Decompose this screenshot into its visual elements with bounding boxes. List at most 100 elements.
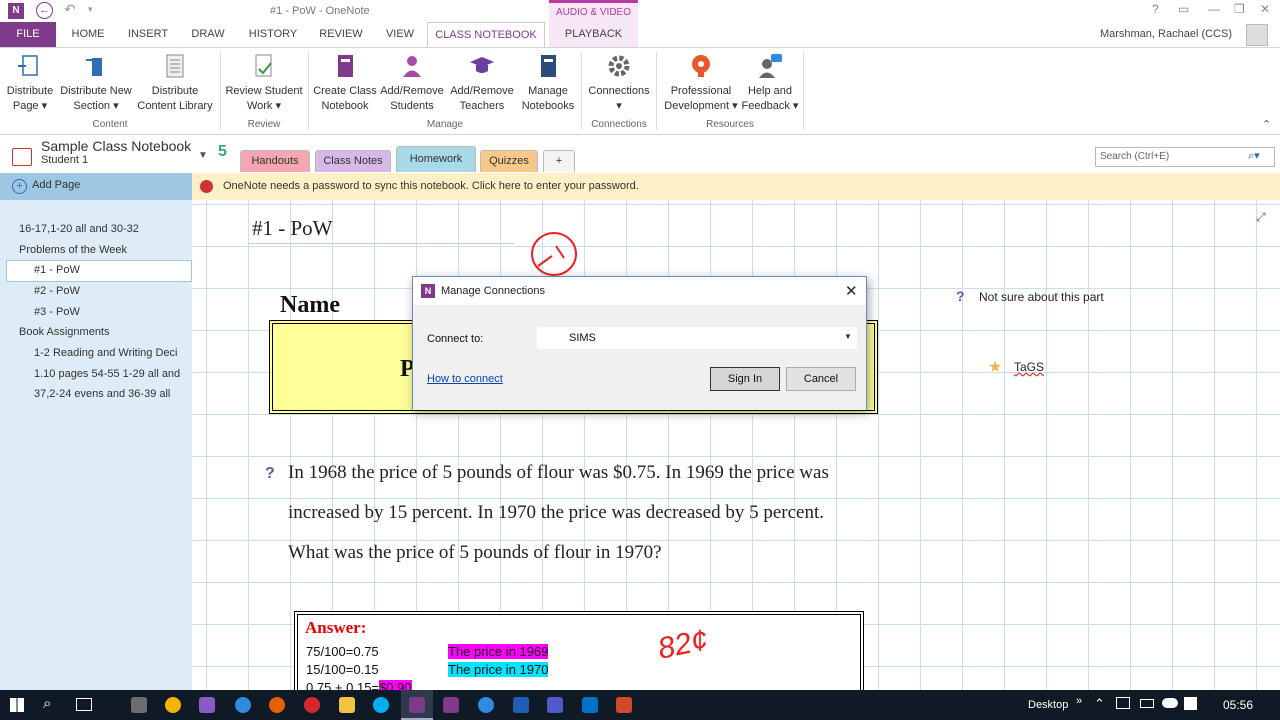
tab-insert[interactable]: INSERT — [122, 22, 174, 47]
expand-icon[interactable]: ⤢ — [1256, 210, 1266, 225]
review-student-work-button[interactable]: Review Student Work ▾ — [224, 52, 304, 114]
teams-icon[interactable] — [547, 697, 563, 713]
page-item[interactable]: 1-2 Reading and Writing Deci — [34, 347, 177, 359]
answer-line-1[interactable]: 75/100=0.75 — [306, 644, 379, 659]
onenote-taskbar-icon[interactable] — [409, 697, 425, 713]
skype-icon[interactable] — [373, 697, 389, 713]
cancel-button[interactable]: Cancel — [786, 367, 856, 391]
chrome-icon[interactable] — [165, 697, 181, 713]
search-icon[interactable]: ⌕▾ — [1248, 149, 1260, 163]
network-icon[interactable] — [1116, 697, 1130, 709]
tray-chevron-icon[interactable]: ⌃ — [1094, 696, 1105, 712]
answer-line-2[interactable]: 15/100=0.15 — [306, 662, 379, 677]
tab-review[interactable]: REVIEW — [312, 22, 370, 47]
tab-file[interactable]: FILE — [0, 22, 56, 47]
tab-handouts[interactable]: Handouts — [240, 150, 310, 172]
page-item[interactable]: Book Assignments — [19, 326, 110, 338]
tab-home[interactable]: HOME — [62, 22, 114, 47]
page-item[interactable]: 37,2-24 evens and 36-39 all — [34, 388, 170, 400]
sign-in-button[interactable]: Sign In — [710, 367, 780, 391]
dialog-title-bar[interactable]: N Manage Connections ✕ — [413, 277, 866, 305]
problem-line-1[interactable]: In 1968 the price of 5 pounds of flour w… — [288, 462, 829, 484]
undo-icon[interactable]: ↶ — [64, 1, 76, 18]
tray-overflow-icon[interactable]: » — [1076, 695, 1082, 707]
problem-line-3[interactable]: What was the price of 5 pounds of flour … — [288, 542, 662, 564]
distribute-content-library-button[interactable]: Distribute Content Library — [134, 52, 216, 114]
people-app-icon[interactable] — [131, 697, 147, 713]
restore-icon[interactable]: ❐ — [1234, 2, 1245, 16]
add-section-tab[interactable]: + — [543, 150, 575, 172]
quick-access-dropdown-icon[interactable]: ▾ — [88, 4, 93, 15]
page-item[interactable]: 16-17,1-20 all and 30-32 — [19, 223, 139, 235]
tab-draw[interactable]: DRAW — [184, 22, 232, 47]
yammer-icon[interactable] — [513, 697, 529, 713]
avatar[interactable] — [1246, 24, 1268, 46]
page-item[interactable]: #2 - PoW — [34, 285, 80, 297]
professional-development-button[interactable]: Professional Development ▾ — [660, 52, 742, 114]
recent-section-icon[interactable]: 5 — [218, 143, 227, 161]
notifications-icon[interactable] — [1184, 697, 1197, 710]
name-label[interactable]: Name — [280, 292, 340, 319]
edge-icon[interactable] — [235, 697, 251, 713]
notebook-dropdown-icon[interactable]: ▼ — [198, 150, 208, 161]
xmind-icon[interactable] — [304, 697, 320, 713]
firefox-icon[interactable] — [269, 697, 285, 713]
connect-to-select[interactable]: SIMS ▼ — [537, 327, 857, 349]
legend-1969[interactable]: The price in 1969 — [448, 644, 549, 659]
side-question-text[interactable]: Not sure about this part — [979, 290, 1104, 304]
problem-line-2[interactable]: increased by 15 percent. In 1970 the pri… — [288, 502, 824, 524]
notebook-sync-error-icon[interactable] — [12, 148, 32, 166]
ribbon-display-icon[interactable]: ▭ — [1178, 2, 1189, 16]
desktop-label[interactable]: Desktop — [1028, 699, 1068, 711]
help-icon[interactable]: ? — [1152, 2, 1159, 16]
add-page-button[interactable]: + Add Page — [0, 173, 192, 200]
manage-notebooks-button[interactable]: Manage Notebooks — [518, 52, 578, 114]
tab-class-notes[interactable]: Class Notes — [315, 150, 391, 172]
page-item[interactable]: #3 - PoW — [34, 306, 80, 318]
page-item[interactable]: 1.10 pages 54-55 1-29 all and — [34, 368, 180, 380]
tab-view[interactable]: VIEW — [378, 22, 422, 47]
dialog-close-icon[interactable]: ✕ — [845, 282, 858, 300]
page-item[interactable]: Problems of the Week — [19, 244, 127, 256]
tab-quizzes[interactable]: Quizzes — [480, 150, 538, 172]
tab-homework[interactable]: Homework — [396, 146, 476, 172]
clock[interactable]: 05:56 — [1223, 698, 1253, 712]
user-name[interactable]: Marshman, Rachael (CCS) — [1100, 28, 1232, 40]
password-notification-bar[interactable]: OneNote needs a password to sync this no… — [192, 173, 1280, 200]
page-item[interactable]: #1 - PoW — [34, 264, 80, 276]
outlook-icon[interactable] — [582, 697, 598, 713]
distribute-page-button[interactable]: Distribute Page ▾ — [4, 52, 56, 114]
answer-line-3[interactable]: 0.75 + 0.15=$0.90 — [306, 680, 412, 690]
battery-icon[interactable] — [1140, 699, 1154, 708]
tab-class-notebook[interactable]: CLASS NOTEBOOK — [427, 22, 545, 47]
back-icon[interactable]: ← — [36, 2, 53, 19]
add-remove-students-button[interactable]: Add/Remove Students — [378, 52, 446, 114]
onenote-2-taskbar-icon[interactable] — [443, 697, 459, 713]
powerpoint-icon[interactable] — [616, 697, 632, 713]
side-tag-text[interactable]: TaGS — [1014, 360, 1044, 374]
visual-studio-icon[interactable] — [199, 697, 215, 713]
tab-playback[interactable]: PLAYBACK — [549, 22, 638, 47]
tab-history[interactable]: HISTORY — [244, 22, 302, 47]
edge-2-icon[interactable] — [478, 697, 494, 713]
search-taskbar-icon[interactable]: ⌕ — [43, 695, 51, 712]
distribute-new-section-button[interactable]: Distribute New Section ▾ — [58, 52, 134, 114]
page-title[interactable]: #1 - PoW — [252, 216, 333, 241]
file-explorer-icon[interactable] — [339, 697, 355, 713]
connections-button[interactable]: Connections ▾ — [585, 52, 653, 114]
onedrive-icon[interactable] — [1162, 698, 1178, 708]
minimize-icon[interactable]: — — [1208, 2, 1220, 16]
create-class-notebook-button[interactable]: Create Class Notebook — [312, 52, 378, 114]
notebook-section-group[interactable]: Student 1 — [41, 154, 88, 166]
how-to-connect-link[interactable]: How to connect — [427, 373, 503, 385]
add-remove-teachers-button[interactable]: Add/Remove Teachers — [446, 52, 518, 114]
help-and-feedback-button[interactable]: Help and Feedback ▾ — [740, 52, 800, 114]
close-window-icon[interactable]: ✕ — [1260, 2, 1270, 16]
notebook-name[interactable]: Sample Class Notebook — [41, 138, 191, 154]
collapse-ribbon-icon[interactable]: ⌃ — [1262, 118, 1271, 131]
answer-box[interactable] — [294, 611, 864, 690]
legend-1970[interactable]: The price in 1970 — [448, 662, 549, 677]
task-view-icon[interactable] — [76, 698, 92, 711]
page-canvas[interactable]: #1 - PoW ⤢ Name P ? Not sure about this … — [192, 200, 1280, 690]
windows-start-icon[interactable] — [10, 698, 24, 712]
